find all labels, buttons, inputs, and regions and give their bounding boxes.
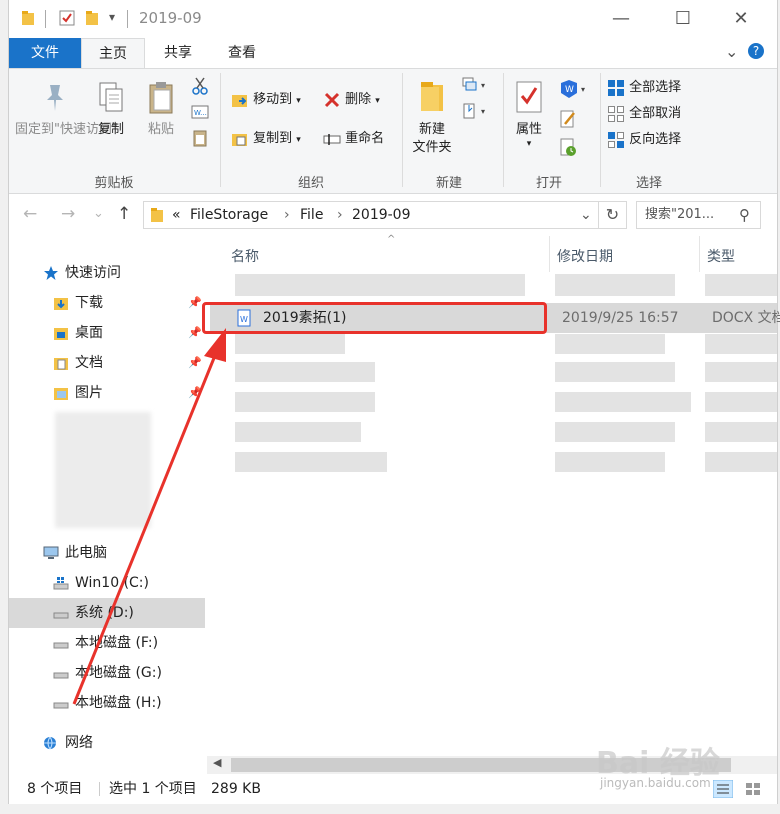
- annotation-arrow: [72, 328, 226, 705]
- baidu-watermark-url: jingyan.baidu.com: [600, 776, 711, 790]
